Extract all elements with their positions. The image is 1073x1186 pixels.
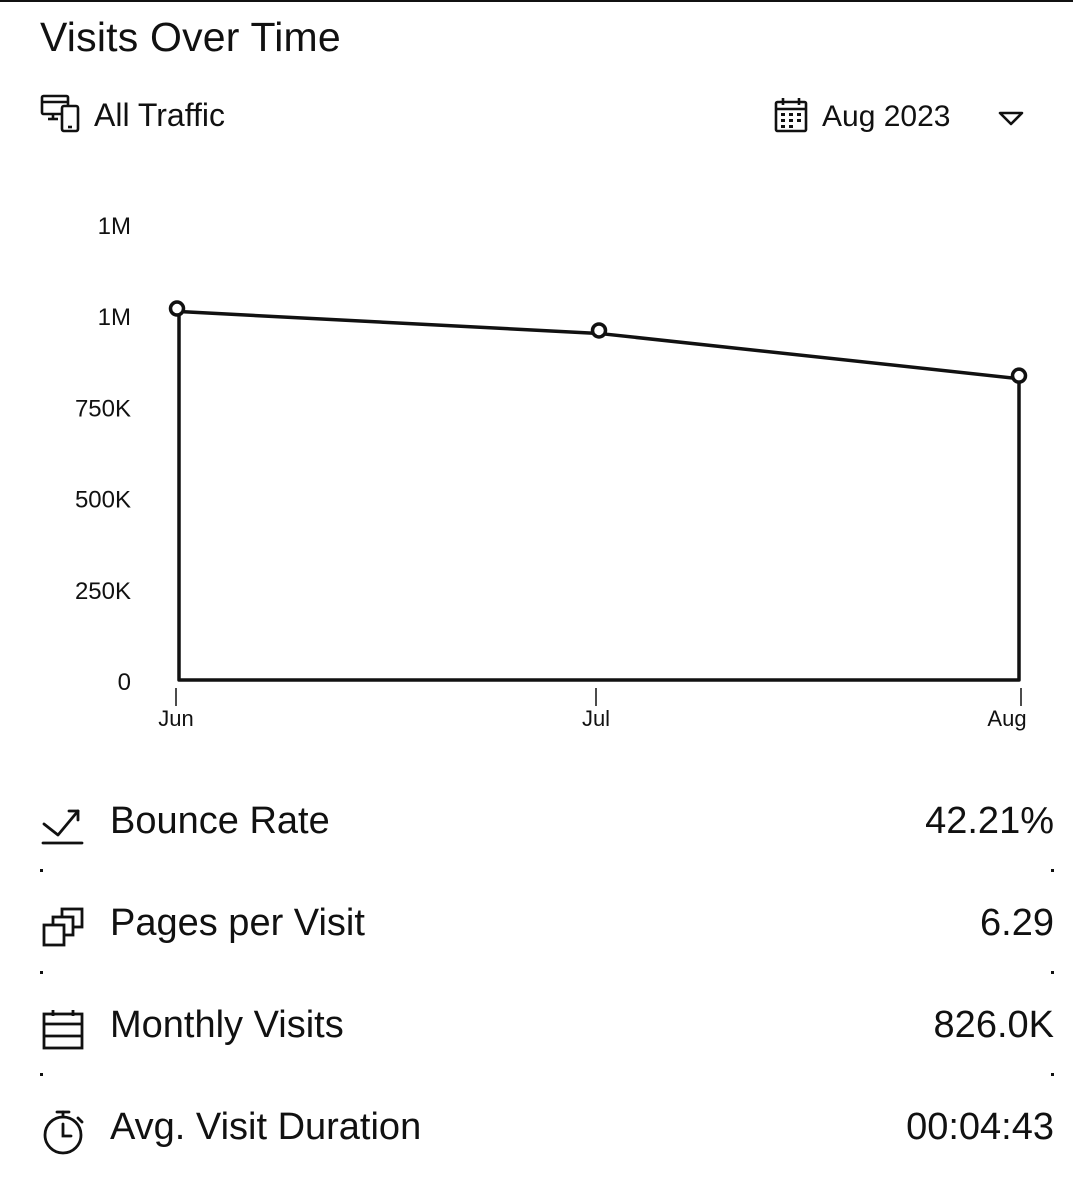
row-divider-dot [40,869,43,872]
y-tick-label: 1M [98,213,131,240]
traffic-filter[interactable]: All Traffic [40,92,225,139]
y-tick-label: 0 [118,669,131,696]
x-axis: Jun Jul Aug [158,688,1027,731]
metric-label: Monthly Visits [110,1004,344,1046]
date-selector-label: Aug 2023 [822,100,951,133]
x-tick-label: Jun [158,706,193,731]
row-divider-dot [1051,971,1054,974]
series-area [177,309,1021,682]
metric-label: Avg. Visit Duration [110,1106,422,1148]
row-divider-dot [40,1073,43,1076]
metric-label: Pages per Visit [110,902,365,944]
filter-row: All Traffic Aug 2023 [40,92,1035,142]
metric-avg-visit-duration: Avg. Visit Duration 00:04:43 [40,1084,1054,1186]
metric-bounce-rate: Bounce Rate 42.21% [40,778,1054,880]
metric-value: 6.29 [980,902,1054,944]
y-tick-label: 500K [75,487,131,514]
visits-chart: 0 250K 500K 750K 1M 1M Jun Jul Aug [0,180,1073,745]
metric-monthly-visits: Monthly Visits 826.0K [40,982,1054,1084]
x-tick-label: Aug [987,706,1026,731]
bounce-arrow-icon [40,802,88,850]
y-tick-label: 750K [75,395,131,422]
metric-value: 00:04:43 [906,1106,1054,1148]
data-point[interactable] [168,300,186,317]
top-divider [0,0,1073,2]
pages-stack-icon [40,904,88,952]
y-axis: 0 250K 500K 750K 1M 1M [75,213,131,696]
devices-icon [40,92,82,139]
data-point[interactable] [1010,367,1028,384]
calendar-list-icon [40,1006,88,1054]
metric-value: 42.21% [925,800,1054,842]
metric-pages-per-visit: Pages per Visit 6.29 [40,880,1054,982]
calendar-icon [774,97,808,138]
row-divider-dot [1051,1073,1054,1076]
row-divider-dot [1051,869,1054,872]
page-title: Visits Over Time [40,14,341,60]
chevron-down-icon[interactable] [996,102,1026,137]
metric-label: Bounce Rate [110,800,330,842]
y-tick-label: 1M [98,304,131,331]
metric-value: 826.0K [933,1004,1054,1046]
y-tick-label: 250K [75,578,131,605]
x-tick-label: Jul [582,706,610,731]
date-selector[interactable]: Aug 2023 [774,92,1073,142]
row-divider-dot [40,971,43,974]
stopwatch-icon [40,1108,88,1156]
visits-chart-svg: 0 250K 500K 750K 1M 1M Jun Jul Aug [75,213,1028,731]
data-point[interactable] [590,322,608,339]
chart-area-layer [177,309,1021,682]
traffic-filter-label: All Traffic [94,97,225,133]
